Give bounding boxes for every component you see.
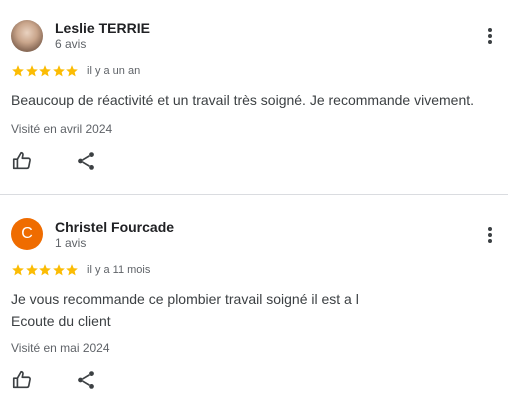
star-icon — [52, 263, 66, 277]
visit-date: Visité en avril 2024 — [11, 122, 113, 136]
star-icon — [11, 263, 25, 277]
star-rating — [11, 64, 79, 78]
review-card: Leslie TERRIE 6 avis il y a un an Beauco… — [0, 0, 508, 194]
star-rating — [11, 263, 79, 277]
star-icon — [11, 64, 25, 78]
review-date: il y a 11 mois — [87, 264, 151, 276]
star-icon — [25, 64, 39, 78]
review-text: Je vous recommande ce plombier travail s… — [11, 288, 481, 332]
thumb-up-icon — [12, 151, 31, 170]
author-review-count: 6 avis — [55, 37, 87, 51]
thumb-up-icon — [12, 370, 31, 389]
star-icon — [65, 263, 79, 277]
visit-date: Visité en mai 2024 — [11, 341, 110, 355]
author-review-count: 1 avis — [55, 236, 87, 250]
star-icon — [52, 64, 66, 78]
author-name[interactable]: Christel Fourcade — [55, 219, 174, 235]
star-icon — [25, 263, 39, 277]
share-button[interactable] — [75, 369, 97, 391]
more-options-button[interactable] — [480, 24, 500, 48]
like-button[interactable] — [11, 150, 33, 172]
star-icon — [65, 64, 79, 78]
review-card: C Christel Fourcade 1 avis il y a 11 moi… — [0, 195, 508, 401]
share-icon — [78, 371, 94, 389]
author-name[interactable]: Leslie TERRIE — [55, 20, 150, 36]
review-text: Beaucoup de réactivité et un travail trè… — [11, 92, 475, 108]
review-text-line: Ecoute du client — [11, 313, 111, 329]
more-vert-icon — [488, 28, 492, 32]
review-text-line: Je vous recommande ce plombier travail s… — [11, 291, 359, 307]
more-vert-icon — [488, 227, 492, 231]
review-date: il y a un an — [87, 65, 141, 77]
star-icon — [38, 263, 52, 277]
author-avatar[interactable]: C — [11, 218, 43, 250]
share-button[interactable] — [75, 150, 97, 172]
like-button[interactable] — [11, 369, 33, 391]
share-icon — [78, 152, 94, 170]
more-options-button[interactable] — [480, 223, 500, 247]
star-icon — [38, 64, 52, 78]
author-avatar[interactable] — [11, 20, 43, 52]
